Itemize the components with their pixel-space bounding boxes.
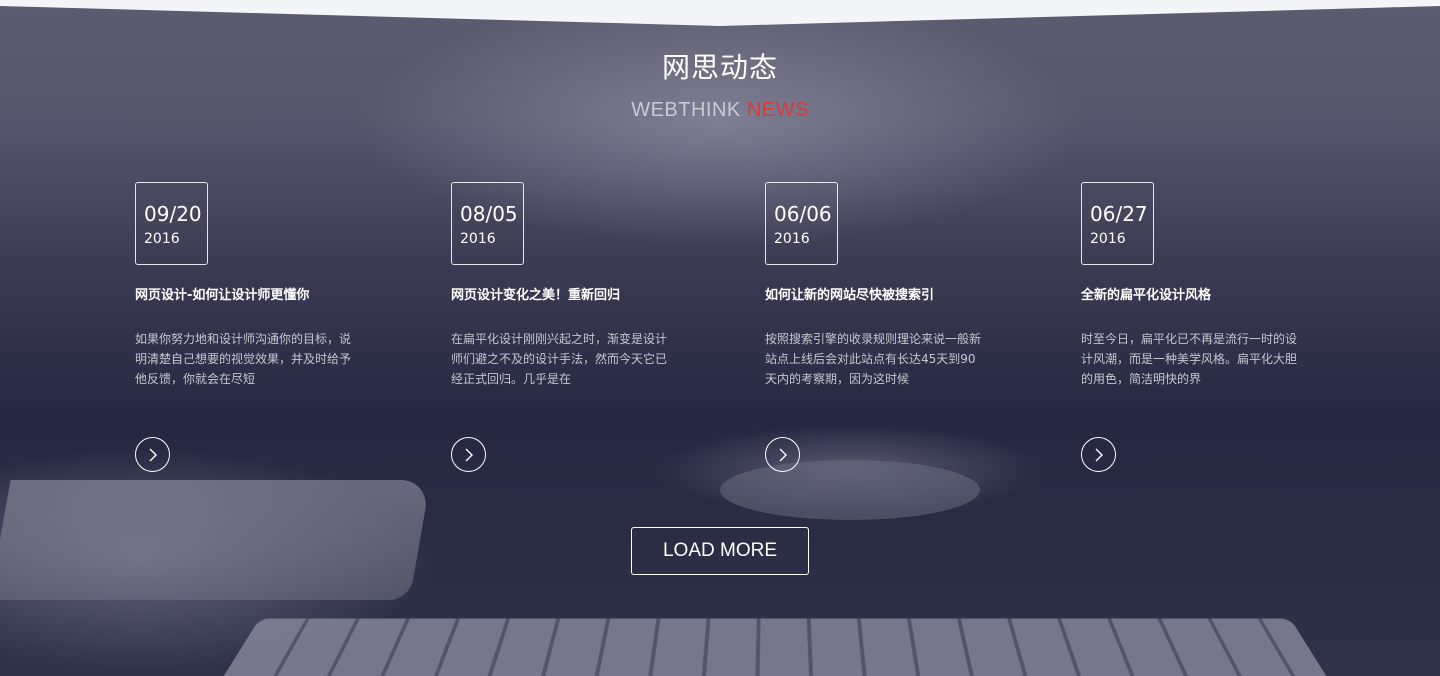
date-badge: 06/06 2016 xyxy=(765,182,838,265)
news-description: 按照搜索引擎的收录规则理论来说一般新站点上线后会对此站点有长达45天到90天内的… xyxy=(765,332,982,386)
chevron-right-icon xyxy=(1095,448,1103,461)
date-year: 2016 xyxy=(1090,231,1126,247)
top-wave-divider xyxy=(0,0,1440,30)
news-card: 06/06 2016 如何让新的网站尽快被搜索引 按照搜索引擎的收录规则理论来说… xyxy=(765,182,995,472)
background-laptop xyxy=(0,480,431,600)
read-more-button[interactable] xyxy=(451,437,486,472)
date-year: 2016 xyxy=(460,231,496,247)
subtitle-news: NEWS xyxy=(746,99,809,121)
read-more-button[interactable] xyxy=(135,437,170,472)
load-more-button[interactable]: LOAD MORE xyxy=(631,527,809,575)
date-year: 2016 xyxy=(144,231,180,247)
date-badge: 09/20 2016 xyxy=(135,182,208,265)
read-more-button[interactable] xyxy=(1081,437,1116,472)
news-description: 时至今日，扁平化已不再是流行一时的设计风潮，而是一种美学风格。扁平化大胆的用色，… xyxy=(1081,332,1298,386)
background-cup xyxy=(720,460,980,520)
section-title: 网思动态 xyxy=(661,51,778,84)
background-keyboard xyxy=(218,618,1332,676)
news-title[interactable]: 如何让新的网站尽快被搜索引 xyxy=(765,287,995,305)
news-title[interactable]: 全新的扁平化设计风格 xyxy=(1081,287,1311,305)
news-description: 在扁平化设计刚刚兴起之时，渐变是设计师们避之不及的设计手法，然而今天它已经正式回… xyxy=(451,332,668,386)
date-year: 2016 xyxy=(774,231,810,247)
news-card: 08/05 2016 网页设计变化之美！重新回归 在扁平化设计刚刚兴起之时，渐变… xyxy=(451,182,681,472)
date-badge: 06/27 2016 xyxy=(1081,182,1154,265)
news-description: 如果你努力地和设计师沟通你的目标，说明清楚自己想要的视觉效果，并及时给予他反馈，… xyxy=(135,332,352,386)
date-month-day: 08/05 xyxy=(460,202,518,226)
date-month-day: 06/06 xyxy=(774,202,832,226)
read-more-button[interactable] xyxy=(765,437,800,472)
date-month-day: 06/27 xyxy=(1090,202,1148,226)
news-card: 09/20 2016 网页设计-如何让设计师更懂你 如果你努力地和设计师沟通你的… xyxy=(135,182,365,472)
date-month-day: 09/20 xyxy=(144,202,202,226)
news-title[interactable]: 网页设计-如何让设计师更懂你 xyxy=(135,287,365,305)
subtitle-webthink: WEBTHINK xyxy=(631,99,741,121)
chevron-right-icon xyxy=(149,448,157,461)
news-card: 06/27 2016 全新的扁平化设计风格 时至今日，扁平化已不再是流行一时的设… xyxy=(1081,182,1311,472)
chevron-right-icon xyxy=(779,448,787,461)
section-subtitle: WEBTHINK NEWS xyxy=(0,98,1440,122)
news-title[interactable]: 网页设计变化之美！重新回归 xyxy=(451,287,681,305)
section-header: 网思动态 WEBTHINK NEWS xyxy=(0,50,1440,122)
chevron-right-icon xyxy=(465,448,473,461)
date-badge: 08/05 2016 xyxy=(451,182,524,265)
